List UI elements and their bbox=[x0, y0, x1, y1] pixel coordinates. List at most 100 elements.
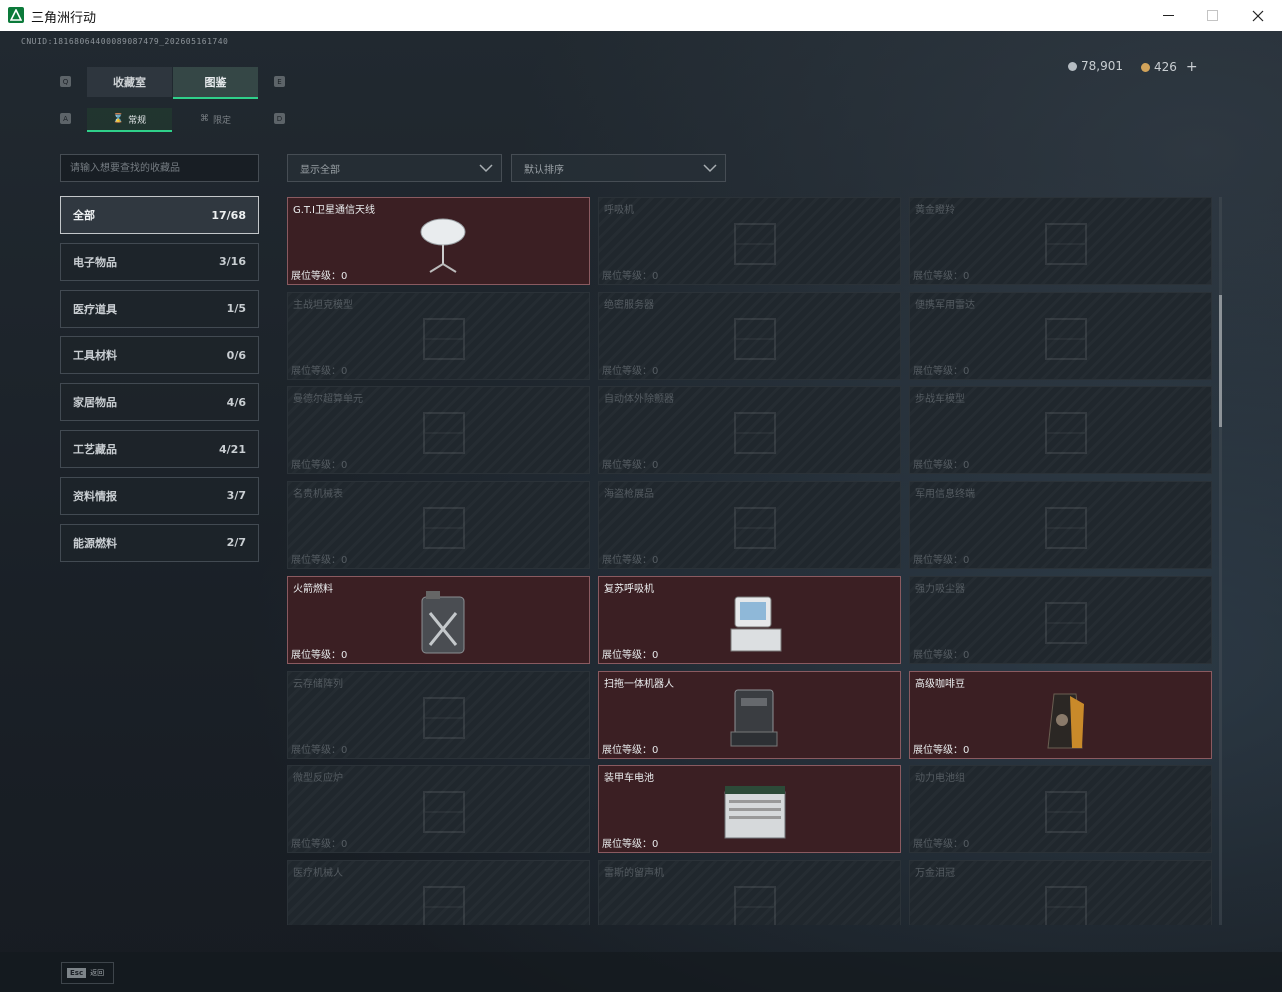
collection-item-card[interactable]: 绝密服务器 展位等级：0 bbox=[598, 291, 901, 380]
item-name: G.T.I卫星通信天线 bbox=[293, 205, 375, 216]
item-name: 万金泪冠 bbox=[915, 867, 955, 879]
item-name: 海盗枪展品 bbox=[604, 489, 654, 501]
category-label: 医疗道具 bbox=[73, 302, 117, 316]
subtab-limited[interactable]: ⌘ 限定 bbox=[173, 108, 258, 130]
category-item[interactable]: 医疗道具 1/5 bbox=[60, 289, 259, 328]
category-count: 2/7 bbox=[226, 536, 246, 550]
category-item[interactable]: 能源燃料 2/7 bbox=[60, 523, 259, 562]
item-level: 展位等级：0 bbox=[913, 741, 969, 756]
item-level-value: 0 bbox=[963, 271, 970, 282]
subtab-regular[interactable]: ⌛ 常规 bbox=[87, 108, 172, 132]
gazelle-statue-icon bbox=[1032, 210, 1098, 278]
category-label: 能源燃料 bbox=[73, 536, 117, 550]
item-level-label: 展位等级： bbox=[291, 365, 341, 377]
radar-icon bbox=[1032, 305, 1098, 373]
resuscitator-icon bbox=[721, 589, 787, 657]
collection-item-card[interactable]: 自动体外除颤器 展位等级：0 bbox=[598, 386, 901, 475]
item-level-value: 0 bbox=[963, 555, 970, 567]
currency-gold: 426 + bbox=[1141, 59, 1198, 75]
collection-item-card[interactable]: 装甲车电池 展位等级：0 bbox=[598, 765, 901, 854]
rifle-icon bbox=[721, 494, 787, 562]
collection-item-card[interactable]: 强力吸尘器 展位等级：0 bbox=[909, 575, 1212, 664]
item-level: 展位等级：0 bbox=[291, 646, 347, 661]
item-level-value: 0 bbox=[963, 744, 970, 756]
search-input[interactable] bbox=[60, 154, 259, 182]
medical-robot-icon bbox=[410, 873, 476, 925]
compute-unit-icon bbox=[410, 399, 476, 467]
collection-item-card[interactable]: G.T.I卫星通信天线 展位等级：0 bbox=[287, 197, 590, 285]
item-level: 展位等级：0 bbox=[913, 267, 969, 282]
item-name: 便携军用雷达 bbox=[915, 299, 975, 311]
scrollbar-thumb[interactable] bbox=[1219, 295, 1222, 427]
collection-item-card[interactable]: 云存储阵列 展位等级：0 bbox=[287, 670, 590, 759]
defibrillator-icon bbox=[721, 399, 787, 467]
item-level: 展位等级：0 bbox=[291, 551, 347, 566]
item-level-label: 展位等级： bbox=[291, 744, 341, 756]
item-name: 医疗机械人 bbox=[293, 867, 343, 879]
collection-item-card[interactable]: 动力电池组 展位等级：0 bbox=[909, 765, 1212, 854]
item-level-label: 展位等级： bbox=[291, 460, 341, 472]
add-currency-button[interactable]: + bbox=[1186, 59, 1198, 75]
item-level-value: 0 bbox=[652, 839, 659, 851]
item-level-value: 0 bbox=[341, 744, 348, 756]
collection-item-card[interactable]: 主战坦克模型 展位等级：0 bbox=[287, 291, 590, 380]
user-uid: CNUID:1816806440008908747​9_202605161740 bbox=[21, 37, 229, 46]
item-level-label: 展位等级： bbox=[291, 649, 341, 661]
category-item[interactable]: 电子物品 3/16 bbox=[60, 242, 259, 281]
hourglass-icon: ⌛ bbox=[112, 114, 125, 124]
tab-codex[interactable]: 图鉴 bbox=[173, 67, 258, 99]
silver-coin-icon bbox=[1068, 61, 1077, 71]
item-level: 展位等级：0 bbox=[913, 646, 969, 661]
collection-item-card[interactable]: 呼吸机展位等级：0 bbox=[598, 197, 901, 285]
robot-vacuum-icon bbox=[721, 684, 787, 752]
category-item[interactable]: 资料情报 3/7 bbox=[60, 476, 259, 515]
item-level-label: 展位等级： bbox=[913, 365, 963, 377]
collection-item-card[interactable]: 高级咖啡豆 展位等级：0 bbox=[909, 670, 1212, 759]
maximize-button[interactable] bbox=[1189, 0, 1235, 31]
category-item[interactable]: 家居物品 4/6 bbox=[60, 383, 259, 422]
collection-item-card[interactable]: 海盗枪展品 展位等级：0 bbox=[598, 481, 901, 570]
collection-item-card[interactable]: 火箭燃料 展位等级：0 bbox=[287, 575, 590, 664]
currency-silver: 78,901 bbox=[1068, 59, 1123, 73]
item-name: 呼吸机 bbox=[604, 205, 634, 216]
category-item[interactable]: 工艺藏品 4/21 bbox=[60, 430, 259, 468]
collection-item-card[interactable]: 医疗机械人 bbox=[287, 859, 590, 925]
sort-dropdown[interactable]: 默认排序 bbox=[511, 154, 726, 182]
item-name: 曼德尔超算单元 bbox=[293, 394, 363, 406]
display-filter-dropdown[interactable]: 显示全部 bbox=[287, 154, 502, 182]
back-button[interactable]: Esc 返回 bbox=[61, 962, 114, 984]
item-level: 展位等级：0 bbox=[291, 741, 347, 756]
category-item[interactable]: 全部 17/68 bbox=[60, 196, 259, 234]
grid-scrollbar[interactable] bbox=[1219, 197, 1222, 925]
item-name: 微型反应炉 bbox=[293, 773, 343, 785]
category-count: 4/6 bbox=[226, 395, 246, 409]
category-count: 3/16 bbox=[219, 255, 246, 269]
collection-item-card[interactable]: 步战车模型 展位等级：0 bbox=[909, 386, 1212, 475]
collection-item-card[interactable]: 便携军用雷达 展位等级：0 bbox=[909, 291, 1212, 380]
minimize-button[interactable] bbox=[1145, 0, 1191, 31]
item-level: 展位等级：0 bbox=[602, 835, 658, 850]
item-level-value: 0 bbox=[652, 271, 659, 282]
window-titlebar: 三角洲行动 bbox=[0, 0, 1282, 32]
item-level: 展位等级：0 bbox=[291, 456, 347, 471]
tab-collection-room[interactable]: 收藏室 bbox=[87, 67, 172, 97]
collection-item-card[interactable]: 军用信息终端 展位等级：0 bbox=[909, 481, 1212, 570]
battery-pack-icon bbox=[1032, 778, 1098, 846]
item-name: 雷斯的留声机 bbox=[604, 867, 664, 879]
category-label: 工具材料 bbox=[73, 349, 117, 363]
collection-item-card[interactable]: 扫拖一体机器人 展位等级：0 bbox=[598, 670, 901, 759]
item-level-label: 展位等级： bbox=[602, 271, 652, 282]
item-level-label: 展位等级： bbox=[602, 839, 652, 851]
collection-item-card[interactable]: 名贵机械表 展位等级：0 bbox=[287, 481, 590, 570]
collection-item-card[interactable]: 复苏呼吸机 展位等级：0 bbox=[598, 575, 901, 664]
item-level-value: 0 bbox=[341, 555, 348, 567]
collection-item-card[interactable]: 微型反应炉展位等级：0 bbox=[287, 765, 590, 854]
app-logo-icon bbox=[8, 7, 24, 23]
collection-item-card[interactable]: 黄金瞪羚 展位等级：0 bbox=[909, 197, 1212, 285]
collection-item-card[interactable]: 雷斯的留声机 bbox=[598, 859, 901, 925]
category-item[interactable]: 工具材料 0/6 bbox=[60, 336, 259, 375]
close-button[interactable] bbox=[1235, 0, 1281, 31]
collection-item-card[interactable]: 万金泪冠 bbox=[909, 859, 1212, 925]
item-level: 展位等级：0 bbox=[291, 835, 347, 850]
collection-item-card[interactable]: 曼德尔超算单元 展位等级：0 bbox=[287, 386, 590, 475]
